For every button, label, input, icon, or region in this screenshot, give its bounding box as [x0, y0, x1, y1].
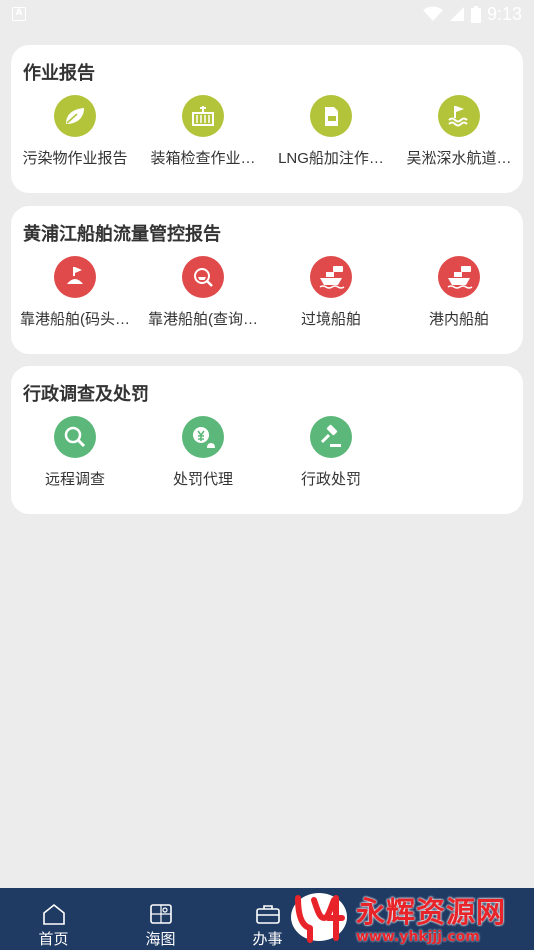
status-time: 9:13 [486, 3, 522, 24]
ship-transit-icon [310, 256, 352, 298]
signal-icon [449, 7, 464, 21]
tab-label: 首页 [38, 930, 69, 948]
section-huangpu-traffic: 黄浦江船舶流量管控报告 靠港船舶(码头… 靠港船舶(查询… 过境船舶 港内船舶 [11, 206, 523, 354]
container-icon [182, 95, 224, 137]
berthed-ships-terminal-item[interactable]: 靠港船舶(码头… [11, 256, 139, 329]
item-label: 靠港船舶(查询… [148, 311, 258, 328]
tab-label: 海图 [145, 930, 176, 948]
item-label: 处罚代理 [172, 471, 233, 488]
item-label: 远程调查 [44, 471, 105, 488]
watermark-url: www.yhkjjj.com [356, 929, 480, 945]
home-icon [42, 903, 65, 925]
item-label: 靠港船舶(码头… [20, 311, 130, 328]
status-bar: A 9:13 [0, 0, 534, 28]
buoy-flag-icon [54, 256, 96, 298]
section-admin-investigation: 行政调查及处罚 远程调查 处罚代理 行政处罚 [11, 366, 523, 514]
tab-label: 办事 [252, 930, 283, 948]
tab-home[interactable]: 首页 [0, 888, 107, 950]
watermark-text: 永辉资源网 [356, 895, 507, 929]
section-work-reports: 作业报告 污染物作业报告 装箱检查作业… LNG船加注作… 吴淞深水航道… [11, 45, 523, 193]
item-label: 装箱检查作业… [150, 150, 256, 167]
transit-ships-item[interactable]: 过境船舶 [267, 256, 395, 329]
berthed-ships-query-item[interactable]: 靠港船舶(查询… [139, 256, 267, 329]
section-title: 行政调查及处罚 [23, 384, 149, 405]
pollutant-report-item[interactable]: 污染物作业报告 [11, 95, 139, 168]
item-label: 污染物作业报告 [22, 150, 128, 167]
penalty-agent-item[interactable]: 处罚代理 [139, 416, 267, 489]
gavel-icon [310, 416, 352, 458]
wusong-waterway-item[interactable]: 吴淞深水航道… [395, 95, 523, 168]
leaf-icon [54, 95, 96, 137]
harbor-ships-item[interactable]: 港内船舶 [395, 256, 523, 329]
notification-icon: A [12, 7, 26, 21]
battery-icon [470, 5, 481, 23]
briefcase-icon [255, 905, 280, 924]
magnifier-icon [54, 416, 96, 458]
waterway-flag-icon [438, 95, 480, 137]
yen-agent-icon [182, 416, 224, 458]
watermark: 永辉资源网 www.yhkjjj.com [288, 888, 528, 946]
lng-bunkering-item[interactable]: LNG船加注作… [267, 95, 395, 168]
admin-penalty-item[interactable]: 行政处罚 [267, 416, 395, 489]
item-label: LNG船加注作… [278, 150, 384, 167]
remote-investigation-item[interactable]: 远程调查 [11, 416, 139, 489]
container-inspection-item[interactable]: 装箱检查作业… [139, 95, 267, 168]
wifi-icon [422, 6, 443, 21]
tab-chart[interactable]: 海图 [107, 888, 214, 950]
lng-tank-icon [310, 95, 352, 137]
item-label: 吴淞深水航道… [406, 150, 512, 167]
item-label: 行政处罚 [300, 471, 361, 488]
chart-map-icon [149, 904, 172, 924]
watermark-logo-icon [291, 893, 347, 943]
ship-search-icon [182, 256, 224, 298]
section-title: 作业报告 [23, 63, 95, 84]
ship-harbor-icon [438, 256, 480, 298]
section-title: 黄浦江船舶流量管控报告 [23, 224, 221, 245]
item-label: 过境船舶 [300, 311, 361, 328]
item-label: 港内船舶 [428, 311, 489, 328]
